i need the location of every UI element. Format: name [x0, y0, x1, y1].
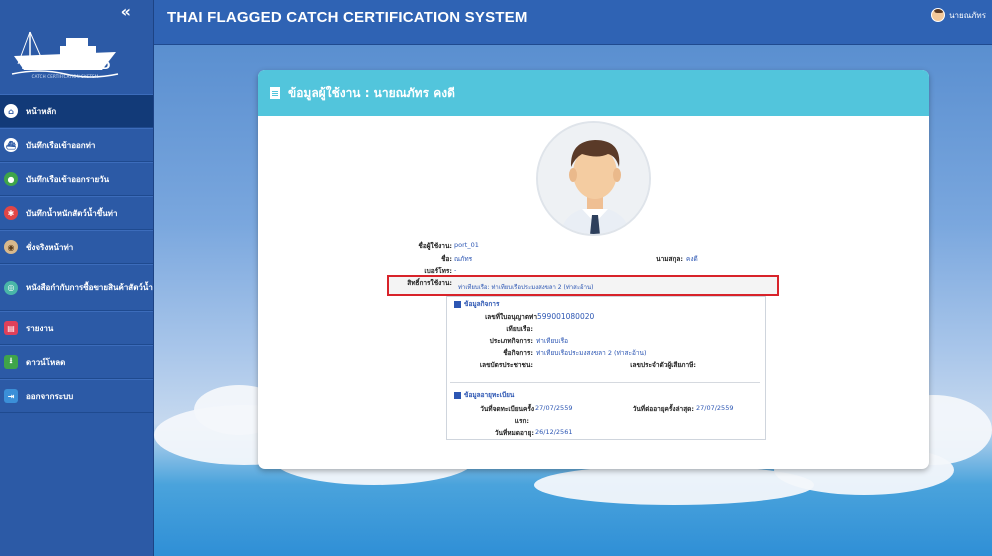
citizen-id-label: เลขบัตรประชาชน:	[479, 361, 533, 369]
boat-icon: ⛴	[4, 138, 18, 152]
sidebar-item-catch-weight[interactable]: ✱ บันทึกน้ำหนักสัตว์น้ำขึ้นท่า	[0, 196, 153, 230]
profile-heading: ข้อมูลผู้ใช้งาน : นายณภัทร คงดี	[288, 85, 455, 100]
username-value: port_01	[454, 241, 479, 249]
logout-icon: ⇥	[4, 389, 18, 403]
permission-label: สิทธิ์การใช้งาน:	[407, 279, 452, 287]
collapse-sidebar-button[interactable]: «	[121, 2, 131, 21]
lastname-value: คงดี	[686, 255, 698, 263]
sidebar-item-label: รายงาน	[26, 323, 54, 333]
first-registration-value: 27/07/2559	[535, 404, 573, 412]
business-info-title-text: ข้อมูลกิจการ	[464, 300, 500, 308]
firstname-label: ชื่อ:	[441, 255, 452, 263]
sidebar-item-label: ออกจากระบบ	[26, 391, 74, 401]
document-icon	[270, 87, 280, 99]
cloud	[534, 465, 814, 505]
logo-text: THAI FLAGGED	[19, 59, 111, 72]
sidebar-item-label: บันทึกเรือเข้าออกท่า	[26, 140, 96, 150]
permission-value: ท่าเทียบเรือ: ท่าเทียบเรือประมงสงขลา 2 (…	[458, 284, 594, 291]
sidebar-item-label: ชั่งจริงหน้าท่า	[26, 242, 74, 252]
calendar-icon	[454, 391, 461, 399]
sidebar-item-report[interactable]: ▤ รายงาน	[0, 311, 153, 345]
sidebar-item-download[interactable]: ⭳ ดาวน์โหลด	[0, 345, 153, 379]
scale-icon: ◉	[4, 240, 18, 254]
lastname-label: นามสกุล:	[656, 255, 683, 263]
registration-info-title-text: ข้อมูลอายุทะเบียน	[464, 391, 515, 399]
business-name-label: ชื่อกิจการ:	[503, 349, 533, 357]
info-icon	[454, 300, 461, 308]
firstname-value: ณภัทร	[454, 255, 473, 263]
calendar-boat-icon: ●	[4, 172, 18, 186]
latest-renewal-value: 27/07/2559	[696, 404, 734, 412]
sidebar-item-daily-boat-log[interactable]: ● บันทึกเรือเข้าออกรายวัน	[0, 162, 153, 196]
latest-renewal-label: วันที่ต่ออายุครั้งล่าสุด:	[632, 405, 694, 413]
sidebar-item-weighing[interactable]: ◉ ชั่งจริงหน้าท่า	[0, 230, 153, 264]
profile-card: ข้อมูลผู้ใช้งาน : นายณภัทร คงดี ชื่อผู้ใ…	[258, 70, 929, 469]
sidebar-item-label: หนังสือกำกับการซื้อขายสินค้าสัตว์น้ำ	[26, 283, 153, 292]
business-type-label: ประเภทกิจการ:	[489, 337, 533, 345]
report-icon: ▤	[4, 321, 18, 335]
user-menu[interactable]: นายณภัทร	[931, 8, 986, 22]
user-avatar-icon	[931, 8, 946, 22]
profile-card-header: ข้อมูลผู้ใช้งาน : นายณภัทร คงดี	[258, 70, 929, 116]
section-divider	[450, 382, 760, 383]
sidebar-item-home[interactable]: ⌂ หน้าหลัก	[0, 94, 153, 128]
username-label: ชื่อผู้ใช้งาน:	[418, 242, 452, 250]
fish-icon: ✱	[4, 206, 18, 220]
sidebar-item-boat-log[interactable]: ⛴ บันทึกเรือเข้าออกท่า	[0, 128, 153, 162]
first-registration-label-2: แรก:	[514, 417, 529, 425]
person-avatar-icon	[538, 123, 649, 234]
phone-value: -	[454, 266, 457, 274]
download-icon: ⭳	[4, 355, 18, 369]
registration-info-title: ข้อมูลอายุทะเบียน	[454, 390, 514, 400]
sidebar: « THAI FLAGGED CATCH CERTIFICATION SYSTE…	[0, 0, 154, 556]
profile-photo	[536, 121, 651, 236]
logo-subtitle: CATCH CERTIFICATION SYSTEM	[31, 74, 99, 79]
document-icon: ◎	[4, 280, 18, 295]
expiry-label: วันที่หมดอายุ:	[494, 429, 534, 437]
sidebar-item-label: ดาวน์โหลด	[26, 357, 66, 367]
business-info-title: ข้อมูลกิจการ	[454, 299, 499, 309]
license-value: 599001080020	[537, 312, 595, 321]
sidebar-item-trade-document[interactable]: ◎ หนังสือกำกับการซื้อขายสินค้าสัตว์น้ำ	[0, 264, 153, 311]
business-type-value: ท่าเทียบเรือ	[536, 337, 568, 345]
top-header: THAI FLAGGED CATCH CERTIFICATION SYSTEM …	[154, 0, 992, 45]
sidebar-item-logout[interactable]: ⇥ ออกจากระบบ	[0, 379, 153, 413]
sidebar-nav: ⌂ หน้าหลัก ⛴ บันทึกเรือเข้าออกท่า ● บันท…	[0, 94, 153, 413]
sidebar-item-label: หน้าหลัก	[26, 106, 57, 116]
user-name: นายณภัทร	[949, 10, 986, 20]
business-name-value: ท่าเทียบเรือประมงสงขลา 2 (ท่าสะอ้าน)	[536, 349, 647, 357]
app-title: THAI FLAGGED CATCH CERTIFICATION SYSTEM	[167, 9, 528, 26]
license-label: เลขที่ใบอนุญาตท่า	[485, 313, 537, 321]
expiry-value: 26/12/2561	[535, 428, 573, 436]
tax-id-label: เลขประจำตัวผู้เสียภาษี:	[630, 361, 696, 369]
sidebar-item-label: บันทึกเรือเข้าออกรายวัน	[26, 174, 110, 184]
home-icon: ⌂	[4, 104, 18, 118]
sidebar-item-label: บันทึกน้ำหนักสัตว์น้ำขึ้นท่า	[26, 208, 118, 218]
first-registration-label: วันที่จดทะเบียนครั้ง	[480, 405, 534, 413]
pier-label: เทียบเรือ:	[506, 325, 533, 333]
